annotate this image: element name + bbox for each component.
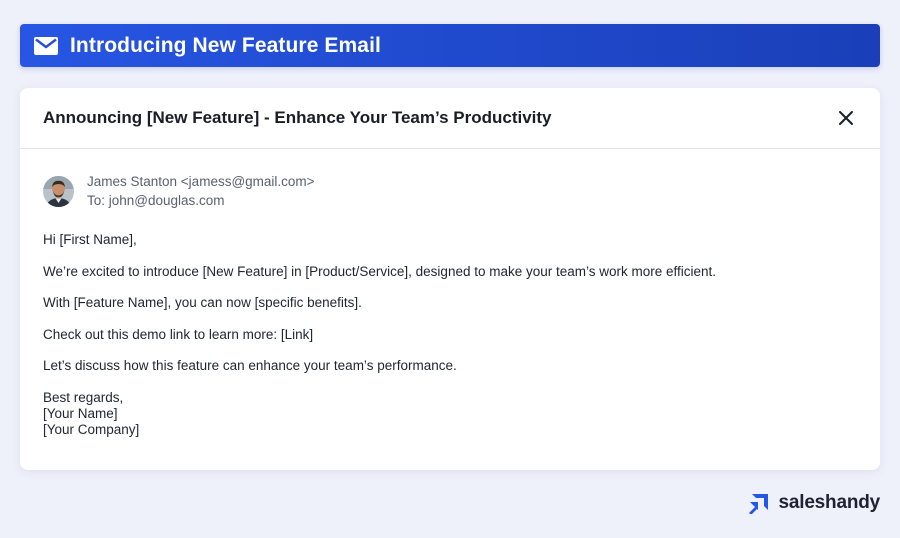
signoff-company: [Your Company]	[43, 421, 140, 437]
email-body: Hi [First Name], We’re excited to introd…	[20, 232, 880, 438]
signoff: Best regards, [Your Name] [Your Company]	[43, 390, 857, 438]
body-paragraph: Let’s discuss how this feature can enhan…	[43, 358, 457, 373]
signoff-name: [Your Name]	[43, 405, 118, 421]
signoff-line: Best regards,	[43, 389, 124, 405]
sender-address: James Stanton <jamess@gmail.com>	[87, 174, 315, 189]
close-button[interactable]	[836, 108, 856, 128]
recipient-address: To: john@douglas.com	[87, 193, 225, 208]
body-paragraph: We’re excited to introduce [New Feature]…	[43, 263, 717, 279]
sender-info: James Stanton <jamess@gmail.com> To: joh…	[87, 172, 315, 210]
mail-icon	[34, 36, 58, 55]
saleshandy-logo-icon	[748, 492, 771, 515]
greeting: Hi [First Name],	[43, 232, 137, 247]
close-icon	[839, 111, 853, 125]
avatar	[43, 175, 74, 207]
brand-logo: saleshandy	[748, 492, 881, 515]
header-banner: Introducing New Feature Email	[20, 24, 880, 67]
email-subject: Announcing [New Feature] - Enhance Your …	[43, 108, 552, 127]
body-paragraph: With [Feature Name], you can now [specif…	[43, 295, 362, 310]
email-card: Announcing [New Feature] - Enhance Your …	[20, 88, 880, 470]
body-paragraph: Check out this demo link to learn more: …	[43, 326, 314, 342]
brand-name: saleshandy	[778, 492, 881, 513]
sender-row: James Stanton <jamess@gmail.com> To: joh…	[20, 172, 880, 210]
banner-title: Introducing New Feature Email	[70, 33, 381, 57]
email-header: Announcing [New Feature] - Enhance Your …	[20, 88, 880, 149]
